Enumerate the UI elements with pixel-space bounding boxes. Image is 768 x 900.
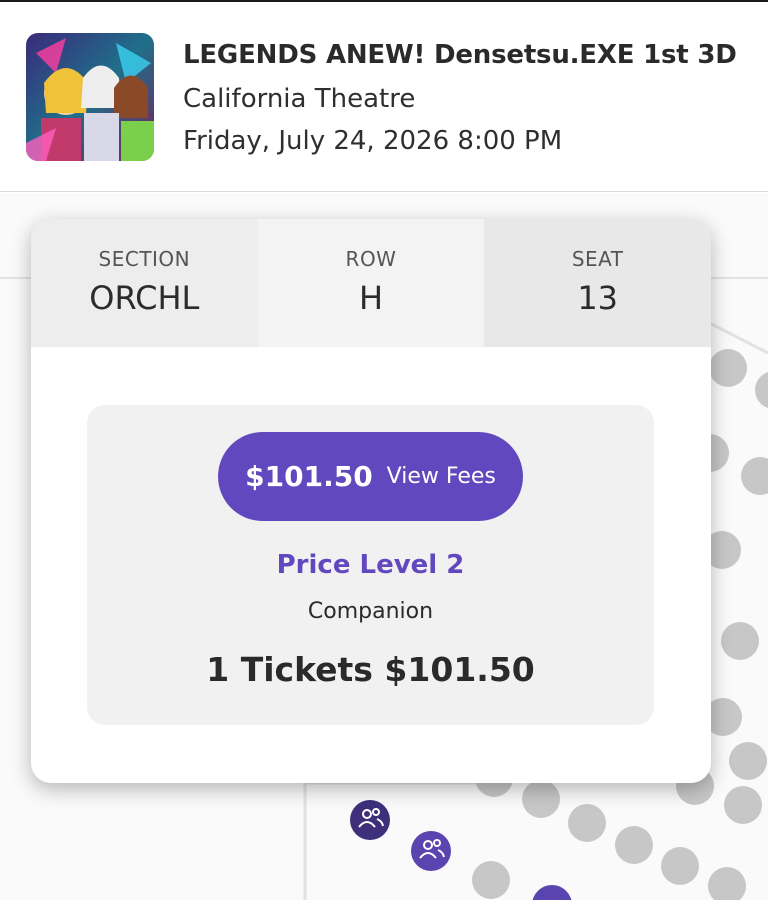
seat-cell: SEAT 13: [484, 219, 711, 347]
view-fees-button[interactable]: $101.50 View Fees: [218, 432, 523, 521]
companion-seat[interactable]: [532, 885, 572, 900]
price-box: $101.50 View Fees Price Level 2 Companio…: [87, 405, 654, 725]
event-datetime: Friday, July 24, 2026 8:00 PM: [183, 126, 563, 156]
seat-location: SECTION ORCHL ROW H SEAT 13: [31, 219, 711, 347]
event-title: LEGENDS ANEW! Densetsu.EXE 1st 3D: [183, 40, 737, 70]
seat-detail-card: SECTION ORCHL ROW H SEAT 13 $101.50 View…: [31, 219, 711, 783]
row-label: ROW: [345, 247, 397, 271]
seat-value: 13: [577, 279, 619, 317]
seat-label: SEAT: [571, 247, 624, 271]
companion-seat[interactable]: [411, 831, 451, 871]
view-fees-label: View Fees: [386, 464, 496, 489]
section-cell: SECTION ORCHL: [31, 219, 258, 347]
ticket-total: 1 Tickets $101.50: [206, 650, 535, 689]
ticket-type: Companion: [307, 599, 434, 624]
row-cell: ROW H: [257, 219, 485, 347]
price-amount: $101.50: [245, 460, 373, 493]
price-level: Price Level 2: [276, 550, 465, 580]
event-venue: California Theatre: [183, 84, 416, 114]
row-value: H: [358, 279, 384, 317]
section-value: ORCHL: [89, 279, 200, 317]
event-thumbnail: [26, 33, 154, 161]
event-header: LEGENDS ANEW! Densetsu.EXE 1st 3D Califo…: [0, 2, 768, 192]
companion-seat[interactable]: [350, 800, 390, 840]
section-label: SECTION: [98, 247, 191, 271]
